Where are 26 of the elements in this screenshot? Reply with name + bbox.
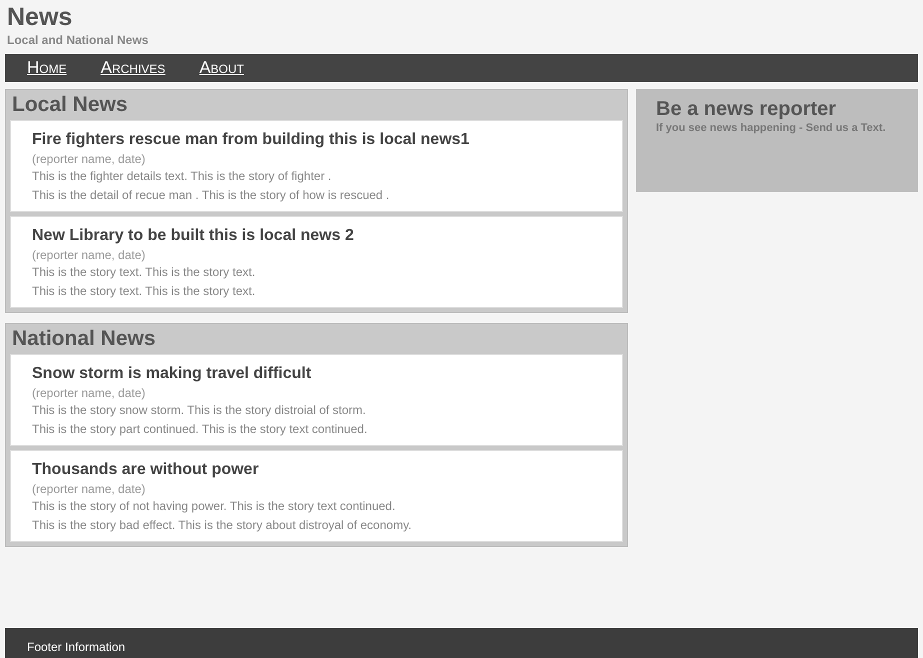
article-text: This is the fighter details text. This is the story of fighter . xyxy=(32,168,332,185)
article-byline: (reporter name, date) xyxy=(32,385,146,401)
article-headline: New Library to be built this is local news 2 xyxy=(32,226,354,246)
article-byline: (reporter name, date) xyxy=(32,247,146,263)
site-title: News xyxy=(7,2,72,32)
article-byline: (reporter name, date) xyxy=(32,481,146,497)
nav-link[interactable]: Archives xyxy=(100,58,166,78)
article-text: This is the story bad effect. This is the story about distroyal of economy. xyxy=(32,517,412,534)
article-headline: Snow storm is making travel difficult xyxy=(32,364,312,384)
footer-text: Footer Information xyxy=(27,639,126,656)
section-heading: National News xyxy=(11,326,157,352)
article-headline: Fire fighters rescue man from building this is local news1 xyxy=(32,130,470,150)
article-text: This is the story text. This is the story text. xyxy=(32,264,256,281)
nav-link[interactable]: Home xyxy=(27,58,67,78)
article-text: This is the story text. This is the story text. xyxy=(32,283,256,300)
sidebar-text: If you see news happening - Send us a Text. xyxy=(656,121,887,136)
article-text: This is the story part continued. This is the story text continued. xyxy=(32,421,368,438)
site-tagline: Local and National News xyxy=(7,32,148,48)
article-text: This is the detail of recue man . This is the story of how is rescued . xyxy=(32,187,390,204)
article-text: This is the story snow storm. This is the story distroial of storm. xyxy=(32,402,366,419)
article-byline: (reporter name, date) xyxy=(32,151,146,167)
section-heading: Local News xyxy=(11,92,129,118)
article-text: This is the story of not having power. This is the story text continued. xyxy=(32,498,396,515)
nav-link[interactable]: About xyxy=(199,58,244,78)
sidebar-heading: Be a news reporter xyxy=(656,97,836,121)
article-headline: Thousands are without power xyxy=(32,460,259,480)
